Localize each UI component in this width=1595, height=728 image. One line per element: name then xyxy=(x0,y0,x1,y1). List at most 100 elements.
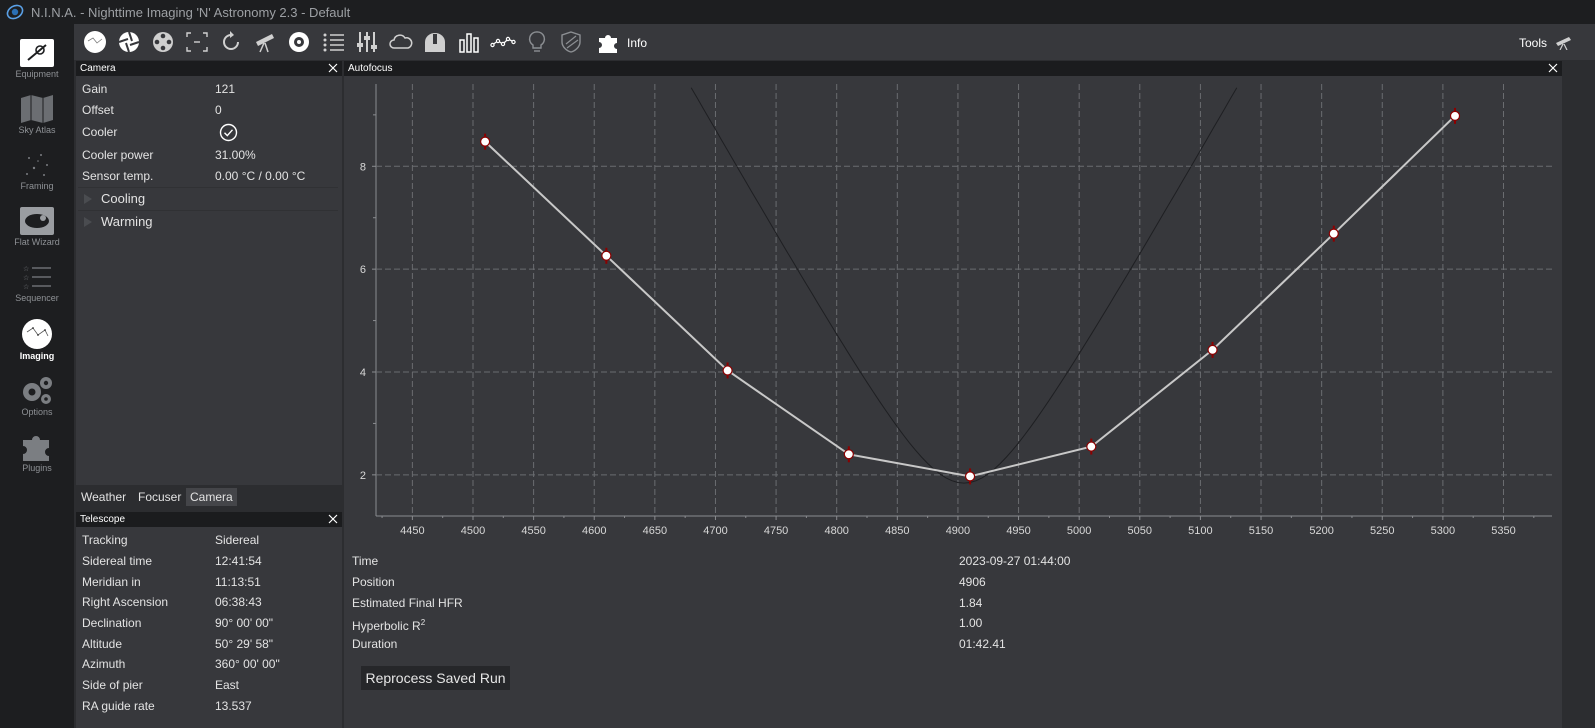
data-point[interactable] xyxy=(964,471,976,482)
sidebar-item-framing[interactable]: Framing xyxy=(0,148,74,202)
data-point[interactable] xyxy=(722,365,733,376)
equipment-icon xyxy=(20,39,54,67)
data-point[interactable] xyxy=(1086,441,1097,452)
row-label: Meridian in xyxy=(82,575,141,589)
telescope-icon[interactable] xyxy=(252,30,278,54)
reprocess-saved-run-button[interactable]: Reprocess Saved Run xyxy=(361,666,510,690)
shutter-icon[interactable] xyxy=(116,30,142,54)
autofocus-chart[interactable]: 4450 4500 4550 4600 4650 4700 4750 4800 4850 4900… xyxy=(344,76,1562,546)
tab-focuser[interactable]: Focuser xyxy=(134,488,185,506)
rotator-icon[interactable] xyxy=(218,30,244,54)
flat-wizard-icon xyxy=(20,207,54,235)
y-tick-label: 6 xyxy=(360,264,366,276)
hyperbolic-fit-curve xyxy=(690,87,1238,484)
row-value: 11:13:51 xyxy=(215,575,261,589)
close-icon[interactable] xyxy=(327,62,339,74)
x-tick-label: 5100 xyxy=(1188,525,1212,537)
camera-panel-header: Camera xyxy=(76,61,342,76)
app-logo-icon xyxy=(6,4,24,20)
triangle-right-icon xyxy=(84,194,92,204)
r2-superscript: 2 xyxy=(420,618,426,627)
row-label: Cooler xyxy=(82,125,118,139)
info-tab-label[interactable]: Info xyxy=(627,36,647,50)
close-icon[interactable] xyxy=(327,513,339,525)
data-point[interactable] xyxy=(843,449,854,460)
sequence-list-icon[interactable] xyxy=(320,30,346,54)
r2-label-text: Hyperbolic R xyxy=(352,619,421,633)
hfr-graph-icon[interactable] xyxy=(490,30,516,54)
imaging-icon xyxy=(22,319,52,349)
plugin-info-icon[interactable] xyxy=(596,30,622,54)
x-tick-label: 5350 xyxy=(1491,525,1515,537)
close-icon[interactable] xyxy=(1547,62,1559,74)
sky-atlas-icon xyxy=(21,95,53,123)
af-row-estimated-hfr: Estimated Final HFR 1.84 xyxy=(352,593,982,613)
weather-cloud-icon[interactable] xyxy=(388,30,414,54)
x-tick-label: 4450 xyxy=(400,525,424,537)
sidebar-item-equipment[interactable]: Equipment xyxy=(0,36,74,90)
row-label: Cooler power xyxy=(82,148,154,162)
sidebar-item-label: Sequencer xyxy=(15,293,59,303)
sidebar-item-label: Plugins xyxy=(22,463,52,473)
row-label: Duration xyxy=(352,637,398,651)
camera-panel: Camera Gain 121 Offset 0 Cooler Cooler p… xyxy=(76,61,342,485)
af-row-time: Time 2023-09-27 01:44:00 xyxy=(352,551,1070,571)
x-tick-label: 4900 xyxy=(946,525,970,537)
camera-panel-title: Camera xyxy=(80,63,116,74)
row-label: Declination xyxy=(82,616,142,630)
x-tick-label: 4650 xyxy=(643,525,667,537)
x-tick-label: 4950 xyxy=(1006,525,1030,537)
tab-camera[interactable]: Camera xyxy=(186,488,237,506)
x-tick-label: 5050 xyxy=(1128,525,1152,537)
row-label: RA guide rate xyxy=(82,699,155,713)
data-point[interactable] xyxy=(480,136,491,147)
data-point[interactable] xyxy=(1328,228,1339,239)
image-view-icon[interactable] xyxy=(82,30,108,54)
lightbulb-icon[interactable] xyxy=(524,30,550,54)
sidebar-item-plugins[interactable]: Plugins xyxy=(0,428,74,482)
sidebar-item-label: Framing xyxy=(20,181,54,191)
data-point[interactable] xyxy=(601,250,612,261)
telescope-panel: Telescope Tracking Sidereal Sidereal tim… xyxy=(76,512,342,728)
sidebar-item-imaging[interactable]: Imaging xyxy=(0,316,74,370)
data-point[interactable] xyxy=(1207,344,1218,355)
x-tick-label: 5250 xyxy=(1370,525,1394,537)
dome-icon[interactable] xyxy=(422,30,448,54)
row-label: Sidereal time xyxy=(82,554,153,568)
row-value: 31.00% xyxy=(215,148,256,162)
x-tick-label: 5300 xyxy=(1431,525,1455,537)
x-tick-label: 4500 xyxy=(461,525,485,537)
sidebar-item-label: Sky Atlas xyxy=(18,125,56,135)
row-label: Sensor temp. xyxy=(82,169,154,183)
autofocus-panel-header: Autofocus xyxy=(344,61,1562,76)
tools-label[interactable]: Tools xyxy=(1519,36,1547,50)
sliders-icon[interactable] xyxy=(354,30,380,54)
sidebar-item-sequencer[interactable]: ☆ ☆ ☆ Sequencer xyxy=(0,260,74,314)
tools-telescope-icon[interactable] xyxy=(1554,34,1574,50)
focuser-icon[interactable] xyxy=(184,30,210,54)
autofocus-panel-title: Autofocus xyxy=(348,63,393,74)
tab-weather[interactable]: Weather xyxy=(77,488,130,506)
sidebar-item-sky-atlas[interactable]: Sky Atlas xyxy=(0,92,74,146)
sidebar-item-options[interactable]: Options xyxy=(0,372,74,426)
row-value: 13.537 xyxy=(215,699,252,713)
x-tick-label: 5200 xyxy=(1309,525,1333,537)
guider-icon[interactable] xyxy=(286,30,312,54)
cooling-expander[interactable]: Cooling xyxy=(78,187,338,210)
hfr-series-line xyxy=(484,115,1456,478)
data-point[interactable] xyxy=(1449,110,1461,121)
row-value: 0.00 °C / 0.00 °C xyxy=(215,169,306,183)
row-label: Position xyxy=(352,575,395,589)
row-label: Hyperbolic R2 xyxy=(352,618,426,633)
row-label: Tracking xyxy=(82,533,128,547)
row-value: 06:38:43 xyxy=(215,595,262,609)
af-row-hyperbolic-r2: Hyperbolic R2 1.00 xyxy=(352,613,982,633)
sidebar-item-flat-wizard[interactable]: Flat Wizard xyxy=(0,204,74,258)
x-tick-label: 4800 xyxy=(824,525,848,537)
filter-wheel-icon[interactable] xyxy=(150,30,176,54)
triangle-right-icon xyxy=(84,217,92,227)
bar-chart-icon[interactable] xyxy=(456,30,482,54)
safety-shield-icon[interactable] xyxy=(558,30,584,54)
af-row-position: Position 4906 xyxy=(352,572,986,592)
warming-expander[interactable]: Warming xyxy=(78,210,338,233)
